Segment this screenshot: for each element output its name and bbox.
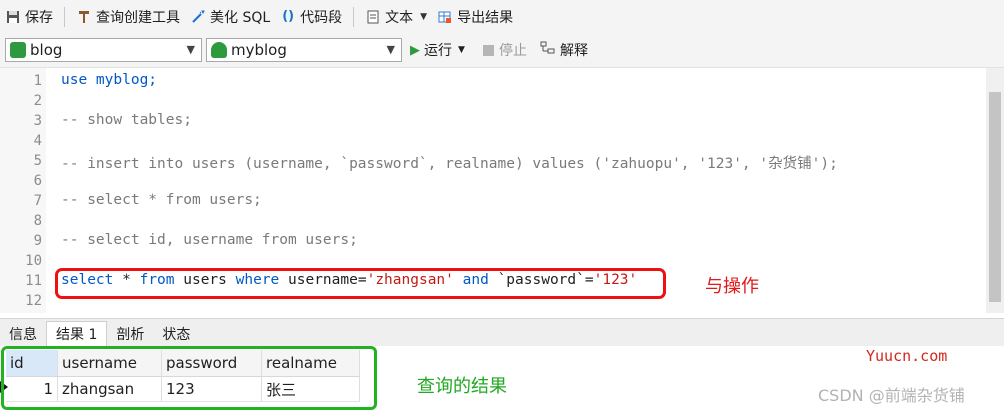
chevron-down-icon: ▼: [420, 11, 428, 22]
chevron-down-icon: ▼: [458, 45, 465, 55]
code-line-1: use myblog;: [61, 72, 158, 88]
magic-wand-icon: [190, 9, 206, 25]
watermark-csdn: CSDN @前端杂货铺: [818, 386, 965, 405]
tab-profile[interactable]: 剖析: [107, 322, 153, 346]
line-number: 8: [33, 213, 42, 229]
tab-info[interactable]: 信息: [0, 322, 46, 346]
chevron-down-icon: ▼: [386, 43, 395, 56]
export-grid-icon: [437, 9, 453, 25]
save-icon: [5, 9, 21, 25]
watermark-site: Yuucn.com: [866, 347, 948, 365]
document-icon: [365, 9, 381, 25]
code-line-7: -- select * from users;: [61, 192, 262, 208]
result-tabs: 信息 结果 1 剖析 状态: [0, 318, 1004, 346]
stop-icon: [483, 44, 494, 56]
text-label: 文本: [385, 9, 414, 26]
highlight-box-red: [55, 268, 666, 299]
connection-select[interactable]: blog ▼: [5, 38, 202, 62]
code-snippet-button[interactable]: () 代码段: [275, 4, 347, 30]
query-builder-icon: [76, 9, 92, 25]
scrollbar-thumb[interactable]: [989, 92, 1001, 302]
query-builder-button[interactable]: 查询创建工具: [71, 4, 185, 30]
main-toolbar: 保存 查询创建工具 美化 SQL () 代码段 文本 ▼ 导出结果: [0, 0, 1004, 33]
stop-label: 停止: [499, 43, 527, 59]
toolbar-divider: [353, 6, 355, 27]
code-line-3: -- show tables;: [61, 112, 192, 128]
line-number: 12: [25, 293, 42, 309]
explain-button[interactable]: 解释: [540, 38, 588, 62]
parentheses-icon: (): [282, 9, 295, 24]
database-value: myblog: [231, 41, 287, 59]
line-number: 10: [25, 253, 42, 269]
save-button[interactable]: 保存: [0, 4, 58, 30]
query-builder-label: 查询创建工具: [96, 9, 180, 26]
export-results-label: 导出结果: [457, 9, 514, 26]
annotation-and-operation: 与操作: [705, 276, 759, 297]
editor-scrollbar[interactable]: [986, 68, 1004, 313]
line-number: 4: [33, 133, 42, 149]
database-icon: [211, 42, 227, 58]
annotation-query-result: 查询的结果: [417, 376, 507, 397]
line-number: 11: [25, 273, 42, 289]
toolbar-divider: [64, 6, 65, 27]
play-icon: ▶: [410, 42, 420, 58]
run-button[interactable]: ▶ 运行 ▼: [410, 38, 465, 62]
database-select[interactable]: myblog ▼: [206, 38, 402, 62]
text-dropdown-button[interactable]: 文本 ▼: [360, 4, 432, 30]
tab-status[interactable]: 状态: [153, 322, 199, 346]
line-number: 1: [33, 73, 42, 89]
connection-value: blog: [30, 41, 63, 59]
line-number: 9: [33, 233, 42, 249]
chevron-down-icon: ▼: [186, 43, 195, 56]
line-number: 2: [33, 93, 42, 109]
beautify-sql-button[interactable]: 美化 SQL: [185, 4, 275, 30]
run-label: 运行: [424, 43, 452, 59]
highlight-box-green: [1, 346, 377, 410]
export-results-button[interactable]: 导出结果: [432, 4, 518, 30]
line-number: 7: [33, 193, 42, 209]
connection-icon: [10, 42, 26, 58]
code-snippet-label: 代码段: [300, 9, 343, 26]
line-number: 6: [33, 173, 42, 189]
explain-label: 解释: [560, 43, 588, 59]
code-line-9: -- select id, username from users;: [61, 232, 358, 248]
code-line-5: -- insert into users (username, `passwor…: [61, 156, 838, 172]
explain-icon: [540, 41, 556, 59]
save-label: 保存: [25, 9, 53, 26]
tab-result-1[interactable]: 结果 1: [46, 321, 108, 346]
beautify-sql-label: 美化 SQL: [210, 9, 271, 26]
line-number: 5: [33, 153, 42, 169]
line-number: 3: [33, 113, 42, 129]
stop-button[interactable]: 停止: [483, 38, 527, 62]
